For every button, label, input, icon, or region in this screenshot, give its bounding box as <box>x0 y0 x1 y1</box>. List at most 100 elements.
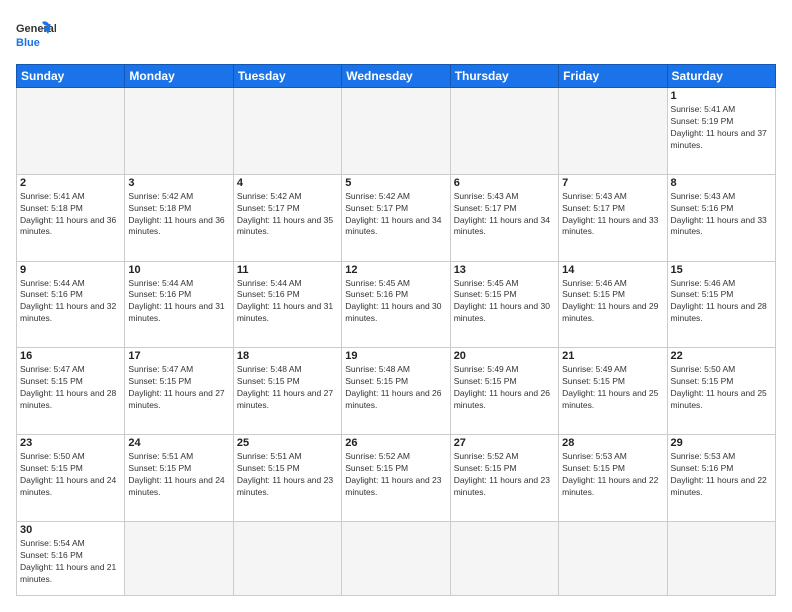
day-info: Sunrise: 5:47 AM Sunset: 5:15 PM Dayligh… <box>20 364 121 412</box>
day-info: Sunrise: 5:43 AM Sunset: 5:17 PM Dayligh… <box>562 191 663 239</box>
calendar-cell: 2 Sunrise: 5:41 AM Sunset: 5:18 PM Daylig… <box>17 174 125 261</box>
day-info: Sunrise: 5:51 AM Sunset: 5:15 PM Dayligh… <box>237 451 338 499</box>
weekday-header-row: SundayMondayTuesdayWednesdayThursdayFrid… <box>17 65 776 88</box>
calendar-cell <box>342 521 450 595</box>
header: General Blue <box>16 16 776 56</box>
day-number: 27 <box>454 437 555 449</box>
calendar-cell: 29 Sunrise: 5:53 AM Sunset: 5:16 PM Dayli… <box>667 435 775 522</box>
day-info: Sunrise: 5:54 AM Sunset: 5:16 PM Dayligh… <box>20 538 121 586</box>
calendar-cell: 20 Sunrise: 5:49 AM Sunset: 5:15 PM Dayli… <box>450 348 558 435</box>
day-number: 28 <box>562 437 663 449</box>
weekday-header-wednesday: Wednesday <box>342 65 450 88</box>
day-number: 9 <box>20 264 121 276</box>
calendar-cell: 12Sunrise: 5:45 AM Sunset: 5:16 PM Dayli… <box>342 261 450 348</box>
day-info: Sunrise: 5:42 AM Sunset: 5:17 PM Dayligh… <box>345 191 446 239</box>
day-number: 24 <box>128 437 229 449</box>
calendar-cell: 30Sunrise: 5:54 AM Sunset: 5:16 PM Dayli… <box>17 521 125 595</box>
calendar-week-1: 1Sunrise: 5:41 AM Sunset: 5:19 PM Daylig… <box>17 88 776 175</box>
day-info: Sunrise: 5:46 AM Sunset: 5:15 PM Dayligh… <box>562 278 663 326</box>
calendar-cell: 13Sunrise: 5:45 AM Sunset: 5:15 PM Dayli… <box>450 261 558 348</box>
day-number: 2 <box>20 177 121 189</box>
calendar-cell: 6 Sunrise: 5:43 AM Sunset: 5:17 PM Daylig… <box>450 174 558 261</box>
day-number: 3 <box>128 177 229 189</box>
day-number: 20 <box>454 350 555 362</box>
calendar-cell <box>450 88 558 175</box>
day-info: Sunrise: 5:53 AM Sunset: 5:16 PM Dayligh… <box>671 451 772 499</box>
calendar-cell <box>233 521 341 595</box>
calendar-week-3: 9 Sunrise: 5:44 AM Sunset: 5:16 PM Daylig… <box>17 261 776 348</box>
calendar-cell <box>125 88 233 175</box>
calendar-cell: 8 Sunrise: 5:43 AM Sunset: 5:16 PM Daylig… <box>667 174 775 261</box>
page: General Blue SundayMondayTuesdayWednesda… <box>0 0 792 612</box>
calendar-cell <box>233 88 341 175</box>
calendar-cell <box>342 88 450 175</box>
day-info: Sunrise: 5:44 AM Sunset: 5:16 PM Dayligh… <box>128 278 229 326</box>
calendar-cell <box>450 521 558 595</box>
calendar-cell: 16 Sunrise: 5:47 AM Sunset: 5:15 PM Dayli… <box>17 348 125 435</box>
calendar-cell: 10 Sunrise: 5:44 AM Sunset: 5:16 PM Dayli… <box>125 261 233 348</box>
day-number: 29 <box>671 437 772 449</box>
day-info: Sunrise: 5:52 AM Sunset: 5:15 PM Dayligh… <box>345 451 446 499</box>
day-info: Sunrise: 5:42 AM Sunset: 5:18 PM Dayligh… <box>128 191 229 239</box>
calendar-cell <box>17 88 125 175</box>
day-number: 6 <box>454 177 555 189</box>
calendar-cell: 24 Sunrise: 5:51 AM Sunset: 5:15 PM Dayli… <box>125 435 233 522</box>
day-number: 17 <box>128 350 229 362</box>
day-info: Sunrise: 5:41 AM Sunset: 5:18 PM Dayligh… <box>20 191 121 239</box>
calendar-cell <box>559 521 667 595</box>
day-number: 21 <box>562 350 663 362</box>
calendar-cell: 17Sunrise: 5:47 AM Sunset: 5:15 PM Dayli… <box>125 348 233 435</box>
day-info: Sunrise: 5:46 AM Sunset: 5:15 PM Dayligh… <box>671 278 772 326</box>
calendar-week-5: 23Sunrise: 5:50 AM Sunset: 5:15 PM Dayli… <box>17 435 776 522</box>
day-info: Sunrise: 5:43 AM Sunset: 5:17 PM Dayligh… <box>454 191 555 239</box>
day-info: Sunrise: 5:45 AM Sunset: 5:15 PM Dayligh… <box>454 278 555 326</box>
calendar-cell: 14 Sunrise: 5:46 AM Sunset: 5:15 PM Dayli… <box>559 261 667 348</box>
day-number: 26 <box>345 437 446 449</box>
weekday-header-tuesday: Tuesday <box>233 65 341 88</box>
day-info: Sunrise: 5:49 AM Sunset: 5:15 PM Dayligh… <box>454 364 555 412</box>
weekday-header-monday: Monday <box>125 65 233 88</box>
weekday-header-sunday: Sunday <box>17 65 125 88</box>
calendar-cell: 19Sunrise: 5:48 AM Sunset: 5:15 PM Dayli… <box>342 348 450 435</box>
calendar-cell: 9 Sunrise: 5:44 AM Sunset: 5:16 PM Daylig… <box>17 261 125 348</box>
calendar-cell: 25 Sunrise: 5:51 AM Sunset: 5:15 PM Dayli… <box>233 435 341 522</box>
calendar-cell: 23Sunrise: 5:50 AM Sunset: 5:15 PM Dayli… <box>17 435 125 522</box>
day-number: 22 <box>671 350 772 362</box>
day-number: 18 <box>237 350 338 362</box>
calendar-cell: 7Sunrise: 5:43 AM Sunset: 5:17 PM Daylig… <box>559 174 667 261</box>
day-info: Sunrise: 5:42 AM Sunset: 5:17 PM Dayligh… <box>237 191 338 239</box>
calendar-cell: 26 Sunrise: 5:52 AM Sunset: 5:15 PM Dayli… <box>342 435 450 522</box>
calendar-cell: 5 Sunrise: 5:42 AM Sunset: 5:17 PM Daylig… <box>342 174 450 261</box>
calendar-cell: 28Sunrise: 5:53 AM Sunset: 5:15 PM Dayli… <box>559 435 667 522</box>
calendar-cell <box>125 521 233 595</box>
day-info: Sunrise: 5:51 AM Sunset: 5:15 PM Dayligh… <box>128 451 229 499</box>
day-number: 5 <box>345 177 446 189</box>
calendar-table: SundayMondayTuesdayWednesdayThursdayFrid… <box>16 64 776 596</box>
calendar-cell: 21 Sunrise: 5:49 AM Sunset: 5:15 PM Dayli… <box>559 348 667 435</box>
day-number: 8 <box>671 177 772 189</box>
day-number: 16 <box>20 350 121 362</box>
calendar-cell: 22 Sunrise: 5:50 AM Sunset: 5:15 PM Dayli… <box>667 348 775 435</box>
day-info: Sunrise: 5:44 AM Sunset: 5:16 PM Dayligh… <box>20 278 121 326</box>
calendar-week-4: 16 Sunrise: 5:47 AM Sunset: 5:15 PM Dayli… <box>17 348 776 435</box>
day-number: 14 <box>562 264 663 276</box>
weekday-header-friday: Friday <box>559 65 667 88</box>
day-info: Sunrise: 5:41 AM Sunset: 5:19 PM Dayligh… <box>671 104 772 152</box>
day-number: 25 <box>237 437 338 449</box>
day-info: Sunrise: 5:50 AM Sunset: 5:15 PM Dayligh… <box>671 364 772 412</box>
calendar-cell: 27 Sunrise: 5:52 AM Sunset: 5:15 PM Dayli… <box>450 435 558 522</box>
day-number: 11 <box>237 264 338 276</box>
logo-container: General Blue <box>16 16 56 56</box>
day-info: Sunrise: 5:48 AM Sunset: 5:15 PM Dayligh… <box>237 364 338 412</box>
day-info: Sunrise: 5:52 AM Sunset: 5:15 PM Dayligh… <box>454 451 555 499</box>
day-info: Sunrise: 5:43 AM Sunset: 5:16 PM Dayligh… <box>671 191 772 239</box>
calendar-cell: 3 Sunrise: 5:42 AM Sunset: 5:18 PM Daylig… <box>125 174 233 261</box>
calendar-cell: 15 Sunrise: 5:46 AM Sunset: 5:15 PM Dayli… <box>667 261 775 348</box>
day-info: Sunrise: 5:49 AM Sunset: 5:15 PM Dayligh… <box>562 364 663 412</box>
day-info: Sunrise: 5:44 AM Sunset: 5:16 PM Dayligh… <box>237 278 338 326</box>
day-info: Sunrise: 5:48 AM Sunset: 5:15 PM Dayligh… <box>345 364 446 412</box>
day-number: 15 <box>671 264 772 276</box>
logo: General Blue <box>16 16 56 56</box>
calendar-cell <box>667 521 775 595</box>
day-number: 10 <box>128 264 229 276</box>
